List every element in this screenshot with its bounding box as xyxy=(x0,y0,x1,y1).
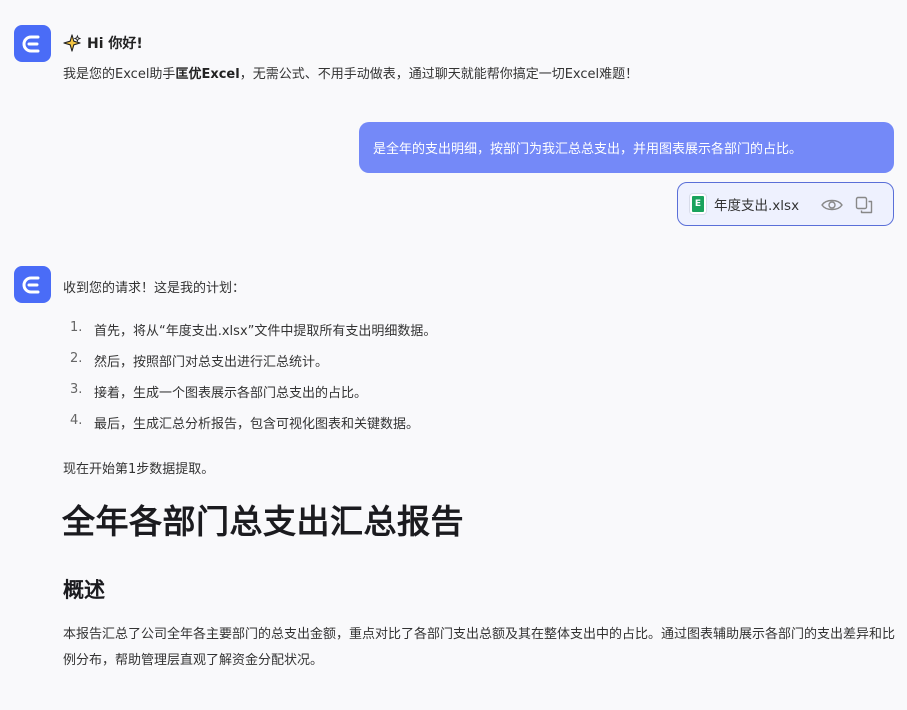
plan-item-text: 首先，将从“年度支出.xlsx”文件中提取所有支出明细数据。 xyxy=(94,324,437,339)
chat-window: Hi 你好! 我是您的Excel助手匡优Excel，无需公式、不用手动做表，通过… xyxy=(0,0,907,710)
plan-item-number: 3. xyxy=(70,382,83,397)
assistant-avatar-reply xyxy=(14,266,51,303)
plan-list: 1. 首先，将从“年度支出.xlsx”文件中提取所有支出明细数据。 2. 然后，… xyxy=(63,320,436,444)
section-title: 概述 xyxy=(63,578,105,602)
preview-button[interactable] xyxy=(821,194,843,216)
summary-paragraph: 本报告汇总了公司全年各主要部门的总支出金额，重点对比了各部门支出总额及其在整体支… xyxy=(63,627,896,668)
assistant-name: 匡优Excel xyxy=(175,67,240,82)
plan-item-text: 然后，按照部门对总支出进行汇总统计。 xyxy=(94,355,329,370)
file-name: 年度支出.xlsx xyxy=(714,198,800,214)
sparkle-icon xyxy=(63,34,81,52)
user-message-text: 是全年的支出明细，按部门为我汇总总支出，并用图表展示各部门的占比。 xyxy=(373,142,803,157)
copy-button[interactable] xyxy=(853,194,875,216)
plan-item-number: 1. xyxy=(70,320,83,335)
plan-item: 4. 最后，生成汇总分析报告，包含可视化图表和关键数据。 xyxy=(63,413,436,444)
assistant-avatar xyxy=(14,25,51,62)
plan-item: 3. 接着，生成一个图表展示各部门总支出的占比。 xyxy=(63,382,436,413)
plan-item: 1. 首先，将从“年度支出.xlsx”文件中提取所有支出明细数据。 xyxy=(63,320,436,351)
plan-item-text: 接着，生成一个图表展示各部门总支出的占比。 xyxy=(94,386,368,401)
eye-icon xyxy=(821,199,843,211)
plan-item-text: 最后，生成汇总分析报告，包含可视化图表和关键数据。 xyxy=(94,417,420,432)
reply-intro: 收到您的请求！这是我的计划： xyxy=(63,281,246,296)
start-line: 现在开始第1步数据提取。 xyxy=(63,462,215,477)
greeting-text-before: 我是您的Excel助手 xyxy=(63,67,176,82)
report-title: 全年各部门总支出汇总报告 xyxy=(62,502,464,541)
plan-item: 2. 然后，按照部门对总支出进行汇总统计。 xyxy=(63,351,436,382)
file-attachment-chip[interactable]: E 年度支出.xlsx xyxy=(677,182,894,226)
plan-item-number: 2. xyxy=(70,351,83,366)
logo-icon xyxy=(22,276,39,293)
greeting-title-row: Hi 你好! xyxy=(63,33,143,53)
greeting-text-after: ，无需公式、不用手动做表，通过聊天就能帮你搞定一切Excel难题！ xyxy=(239,67,639,82)
plan-item-number: 4. xyxy=(70,413,83,428)
excel-file-icon: E xyxy=(690,194,706,214)
user-message-bubble: 是全年的支出明细，按部门为我汇总总支出，并用图表展示各部门的占比。 xyxy=(359,122,894,173)
logo-icon xyxy=(22,35,39,52)
greeting-title: Hi 你好! xyxy=(87,36,143,52)
copy-icon xyxy=(855,196,873,214)
greeting-text: 我是您的Excel助手匡优Excel，无需公式、不用手动做表，通过聊天就能帮你搞… xyxy=(63,63,638,82)
